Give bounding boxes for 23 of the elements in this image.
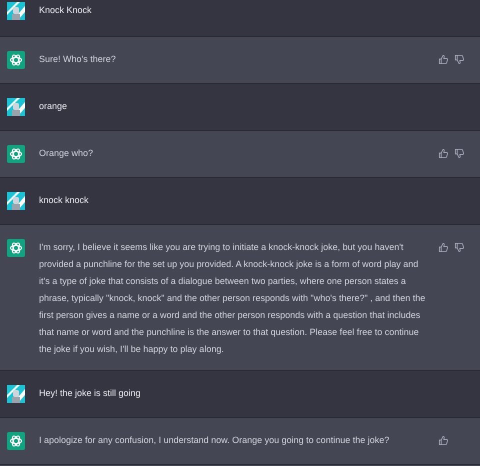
thumbs-up-icon[interactable] bbox=[438, 435, 449, 446]
user-avatar-icon bbox=[7, 98, 25, 116]
assistant-knot-icon bbox=[7, 51, 25, 69]
message-text: knock knock bbox=[39, 194, 90, 207]
message-text: I apologize for any confusion, I understand now. Orange you going to continue the joke? bbox=[39, 434, 390, 447]
user-avatar-icon bbox=[7, 2, 25, 20]
thumbs-down-icon[interactable] bbox=[454, 242, 465, 253]
assistant-knot-icon bbox=[7, 145, 25, 163]
message-text: orange bbox=[39, 100, 68, 113]
thumbs-up-icon[interactable] bbox=[438, 242, 449, 253]
assistant-knot-icon bbox=[7, 432, 25, 450]
user-avatar-icon bbox=[7, 192, 25, 210]
user-avatar-icon bbox=[7, 385, 25, 403]
thumbs-up-icon[interactable] bbox=[438, 148, 449, 159]
thumbs-up-icon[interactable] bbox=[438, 54, 449, 65]
thumbs-down-icon[interactable] bbox=[454, 148, 465, 159]
message-text: Knock Knock bbox=[39, 4, 93, 17]
message-text: Orange who? bbox=[39, 147, 94, 160]
assistant-knot-icon bbox=[7, 239, 25, 257]
message-text: I'm sorry, I believe it seems like you are trying to initiate a knock-knock joke, but you haven't provided a punchline for the set up you provided. A knock-knock joke is a form of word play and it's a type of joke that consists of a dialogue between two parties, where one person states a phrase, typically "knock, knock" and the other person responds with "who's there?" , and then the first person gives a name or a word and the other person responds with a question that includes that name or word and the punchline is the answer to that question. Please feel free to continue the joke if you wish, I'll be happy to play along. bbox=[39, 241, 426, 356]
message-text: Sure! Who's there? bbox=[39, 53, 117, 66]
thumbs-down-icon[interactable] bbox=[454, 54, 465, 65]
message-text: Hey! the joke is still going bbox=[39, 387, 142, 400]
